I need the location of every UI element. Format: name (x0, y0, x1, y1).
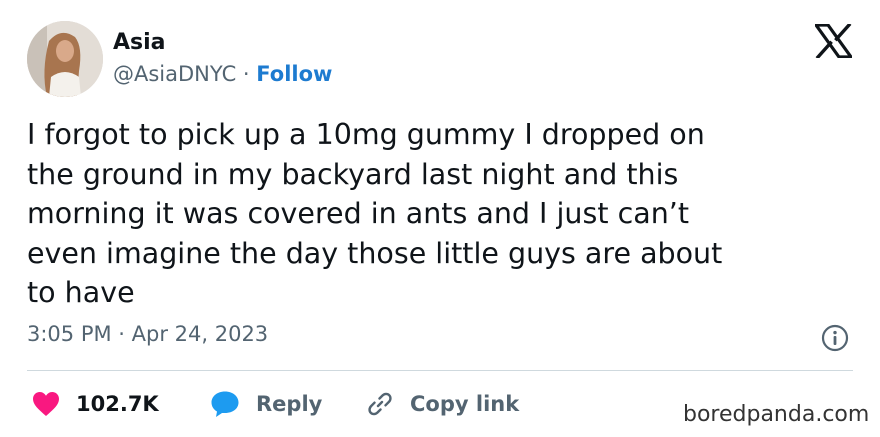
avatar[interactable] (27, 21, 103, 97)
watermark: boredpanda.com (683, 402, 870, 427)
info-icon[interactable] (821, 324, 849, 352)
heart-icon (33, 392, 59, 416)
tweet-text: I forgot to pick up a 10mg gummy I dropp… (27, 118, 723, 309)
x-logo-icon[interactable] (815, 24, 852, 58)
author-name[interactable]: Asia (113, 30, 166, 55)
speech-bubble-icon (211, 391, 239, 417)
tweet-timestamp[interactable]: 3:05 PM · Apr 24, 2023 (27, 322, 268, 346)
author-handle[interactable]: @AsiaDNYC (113, 62, 236, 86)
likes-count: 102.7K (76, 392, 159, 416)
follow-button[interactable]: Follow (256, 62, 332, 86)
link-icon (368, 392, 392, 416)
copy-link-button[interactable]: Copy link (366, 388, 519, 420)
like-button[interactable]: 102.7K (32, 388, 159, 420)
author-handle-row: @AsiaDNYC · Follow (113, 62, 332, 86)
reply-label: Reply (256, 392, 323, 416)
separator-dot: · (242, 62, 250, 86)
reply-button[interactable]: Reply (210, 388, 322, 420)
copy-link-label: Copy link (410, 392, 520, 416)
divider (27, 370, 853, 371)
